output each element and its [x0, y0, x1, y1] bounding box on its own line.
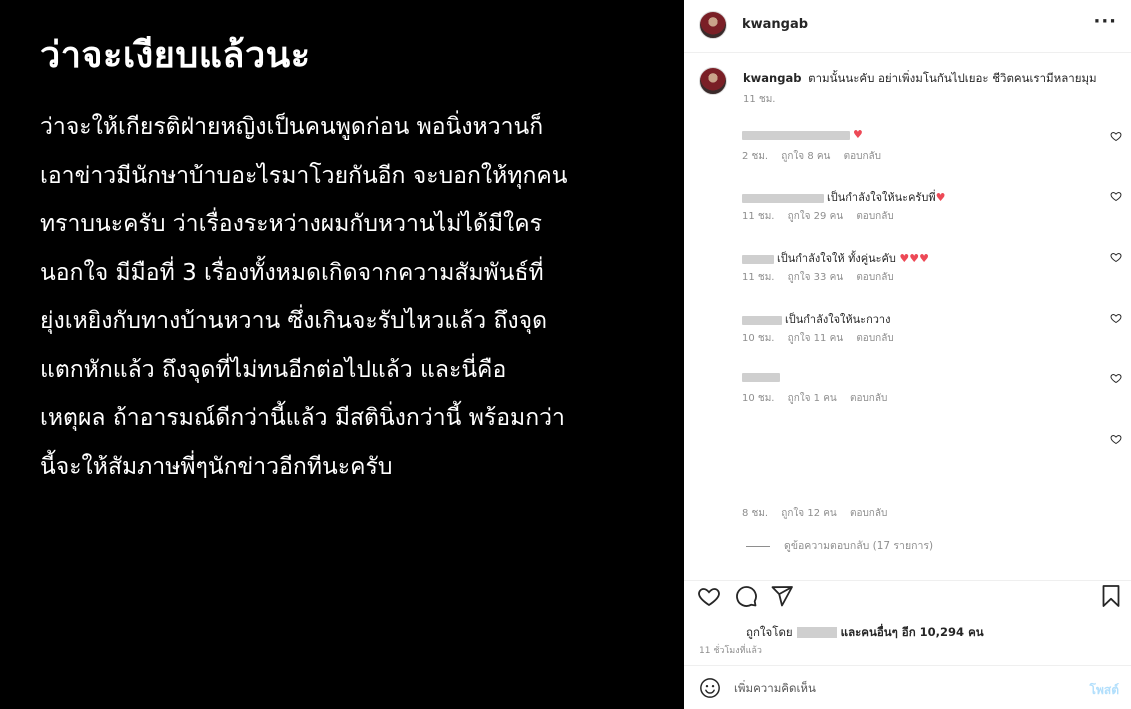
post-body-line: เหตุผล ถ้าอารมณ์ดีกว่านี้แล้ว มีสตินิ่งก… — [40, 405, 565, 431]
reply-button[interactable]: ตอบกลับ — [850, 508, 887, 519]
heart-outline-icon[interactable] — [1110, 433, 1122, 445]
post-comment-button[interactable]: โพสต์ — [1090, 681, 1119, 700]
reply-item: เป็นกำลังใจให้นะกวาง 10 ชม. ถูกใจ 11 คน … — [742, 310, 1122, 354]
reply-item: เป็นกำลังใจให้นะครับพี่♥ 11 ชม. ถูกใจ 29… — [742, 188, 1122, 232]
likes-summary[interactable]: ถูกใจโดย และคนอื่นๆ อีก 10,294 คน — [746, 624, 984, 642]
comment-input[interactable] — [734, 679, 1054, 697]
reply-likes[interactable]: ถูกใจ 11 คน — [788, 333, 843, 344]
redacted-username — [742, 130, 850, 140]
reply-meta: 11 ชม. ถูกใจ 29 คน ตอบกลับ — [742, 209, 904, 224]
reply-likes[interactable]: ถูกใจ 1 คน — [788, 393, 837, 404]
reply-time: 11 ชม. — [742, 272, 775, 283]
post-body-line: ว่าจะให้เกียรติฝ่ายหญิงเป็นคนพูดก่อน พอน… — [40, 114, 544, 140]
post-sidebar: kwangab ··· kwangab ตามนั้นนะคับ อย่าเพิ… — [684, 0, 1131, 709]
post-image-title: ว่าจะเงียบแล้วนะ — [40, 35, 311, 76]
reply-text: ♥ — [742, 128, 863, 141]
reply-button[interactable]: ตอบกลับ — [856, 333, 893, 344]
divider — [746, 545, 770, 547]
reply-meta: 10 ชม. ถูกใจ 11 คน ตอบกลับ — [742, 331, 904, 346]
reply-text: เป็นกำลังใจให้นะครับพี่♥ — [742, 188, 945, 206]
comment-icon[interactable] — [734, 584, 758, 608]
heart-emoji: ♥ — [853, 128, 863, 141]
bookmark-icon[interactable] — [1099, 584, 1123, 608]
heart-outline-icon[interactable] — [1110, 312, 1122, 324]
heart-icon[interactable] — [697, 584, 721, 608]
reply-time: 8 ชม. — [742, 508, 769, 519]
post-body-line: ยุ่งเหยิงกับทางบ้านหวาน ซึ่งเกินจะรับไหว… — [40, 308, 548, 334]
heart-emoji: ♥♥♥ — [899, 252, 929, 265]
reply-likes[interactable]: ถูกใจ 29 คน — [788, 211, 843, 222]
avatar[interactable] — [699, 67, 727, 95]
caption-time: 11 ชม. — [743, 94, 776, 105]
more-horizontal-icon[interactable]: ··· — [1093, 12, 1117, 32]
reply-text — [742, 370, 783, 383]
reply-time: 10 ชม. — [742, 393, 775, 404]
caption-username[interactable]: kwangab — [743, 71, 801, 85]
reply-button[interactable]: ตอบกลับ — [856, 272, 893, 283]
redacted-username — [742, 254, 774, 264]
redacted-username — [742, 193, 824, 203]
post-header: kwangab ··· — [684, 0, 1131, 53]
post-time: 11 ชั่วโมงที่แล้ว — [699, 646, 762, 656]
redacted-username — [796, 627, 837, 638]
reply-meta: 10 ชม. ถูกใจ 1 คน ตอบกลับ — [742, 391, 897, 406]
reply-meta: 8 ชม. ถูกใจ 12 คน ตอบกลับ — [742, 506, 897, 521]
reply-meta: 11 ชม. ถูกใจ 33 คน ตอบกลับ — [742, 270, 904, 285]
comment-composer: โพสต์ — [684, 665, 1131, 709]
reply-time: 11 ชม. — [742, 211, 775, 222]
heart-outline-icon[interactable] — [1110, 130, 1122, 142]
reply-meta: 2 ชม. ถูกใจ 8 คน ตอบกลับ — [742, 149, 891, 164]
reply-item: ♥ 2 ชม. ถูกใจ 8 คน ตอบกลับ — [742, 128, 1122, 172]
post-image-body: ว่าจะให้เกียรติฝ่ายหญิงเป็นคนพูดก่อน พอน… — [40, 103, 650, 491]
post-image: ว่าจะเงียบแล้วนะ ว่าจะให้เกียรติฝ่ายหญิง… — [0, 0, 684, 709]
reply-text: เป็นกำลังใจให้นะกวาง — [742, 310, 890, 328]
post-body-line: นี้จะให้สัมภาษพี่ๆนักข่าวอีกทีนะครับ — [40, 453, 393, 480]
post-actions: ถูกใจโดย และคนอื่นๆ อีก 10,294 คน 11 ชั่ว… — [684, 580, 1131, 672]
reply-button[interactable]: ตอบกลับ — [844, 151, 881, 162]
reply-time: 10 ชม. — [742, 333, 775, 344]
reply-item: เป็นกำลังใจให้ ทั้งคู่นะคับ ♥♥♥ 11 ชม. ถ… — [742, 249, 1122, 293]
post-body-line: ทราบนะครับ ว่าเรื่องระหว่างผมกับหวานไม่ไ… — [40, 211, 543, 237]
reply-item: 8 ชม. ถูกใจ 12 คน ตอบกลับ — [742, 431, 1122, 521]
reply-likes[interactable]: ถูกใจ 8 คน — [781, 151, 830, 162]
heart-outline-icon[interactable] — [1110, 251, 1122, 263]
reply-text: เป็นกำลังใจให้ ทั้งคู่นะคับ ♥♥♥ — [742, 249, 929, 267]
header-username[interactable]: kwangab — [742, 17, 808, 32]
heart-outline-icon[interactable] — [1110, 190, 1122, 202]
reply-button[interactable]: ตอบกลับ — [856, 211, 893, 222]
heart-emoji: ♥ — [935, 191, 946, 204]
post-body-line: แตกหักแล้ว ถึงจุดที่ไม่ทนอีกต่อไปแล้ว แล… — [40, 356, 507, 383]
avatar[interactable] — [699, 11, 727, 39]
heart-outline-icon[interactable] — [1110, 372, 1122, 384]
reply-item: 10 ชม. ถูกใจ 1 คน ตอบกลับ — [742, 370, 1122, 414]
redacted-username — [742, 315, 782, 325]
share-icon[interactable] — [770, 584, 794, 608]
caption-body: ตามนั้นนะคับ อย่าเพิ่งมโนกันไปเยอะ ชีวิต… — [808, 71, 1097, 85]
reply-likes[interactable]: ถูกใจ 12 คน — [781, 508, 836, 519]
emoji-icon[interactable] — [699, 677, 721, 699]
comments-list[interactable]: kwangab ตามนั้นนะคับ อย่าเพิ่งมโนกันไปเย… — [684, 53, 1131, 580]
reply-button[interactable]: ตอบกลับ — [850, 393, 887, 404]
reply-time: 2 ชม. — [742, 151, 769, 162]
caption-text: kwangab ตามนั้นนะคับ อย่าเพิ่งมโนกันไปเย… — [743, 70, 1097, 88]
redacted-username — [742, 372, 780, 382]
reply-likes[interactable]: ถูกใจ 33 คน — [788, 272, 843, 283]
post-body-line: นอกใจ มีมือที่ 3 เรื่องทั้งหมดเกิดจากควา… — [40, 259, 544, 286]
view-replies-link[interactable]: ดูข้อความตอบกลับ (17 รายการ) — [746, 537, 933, 554]
post-body-line: เอาข่าวมีนักษาบ้าบอะไรมาโวยกันอีก จะบอกใ… — [40, 162, 568, 189]
